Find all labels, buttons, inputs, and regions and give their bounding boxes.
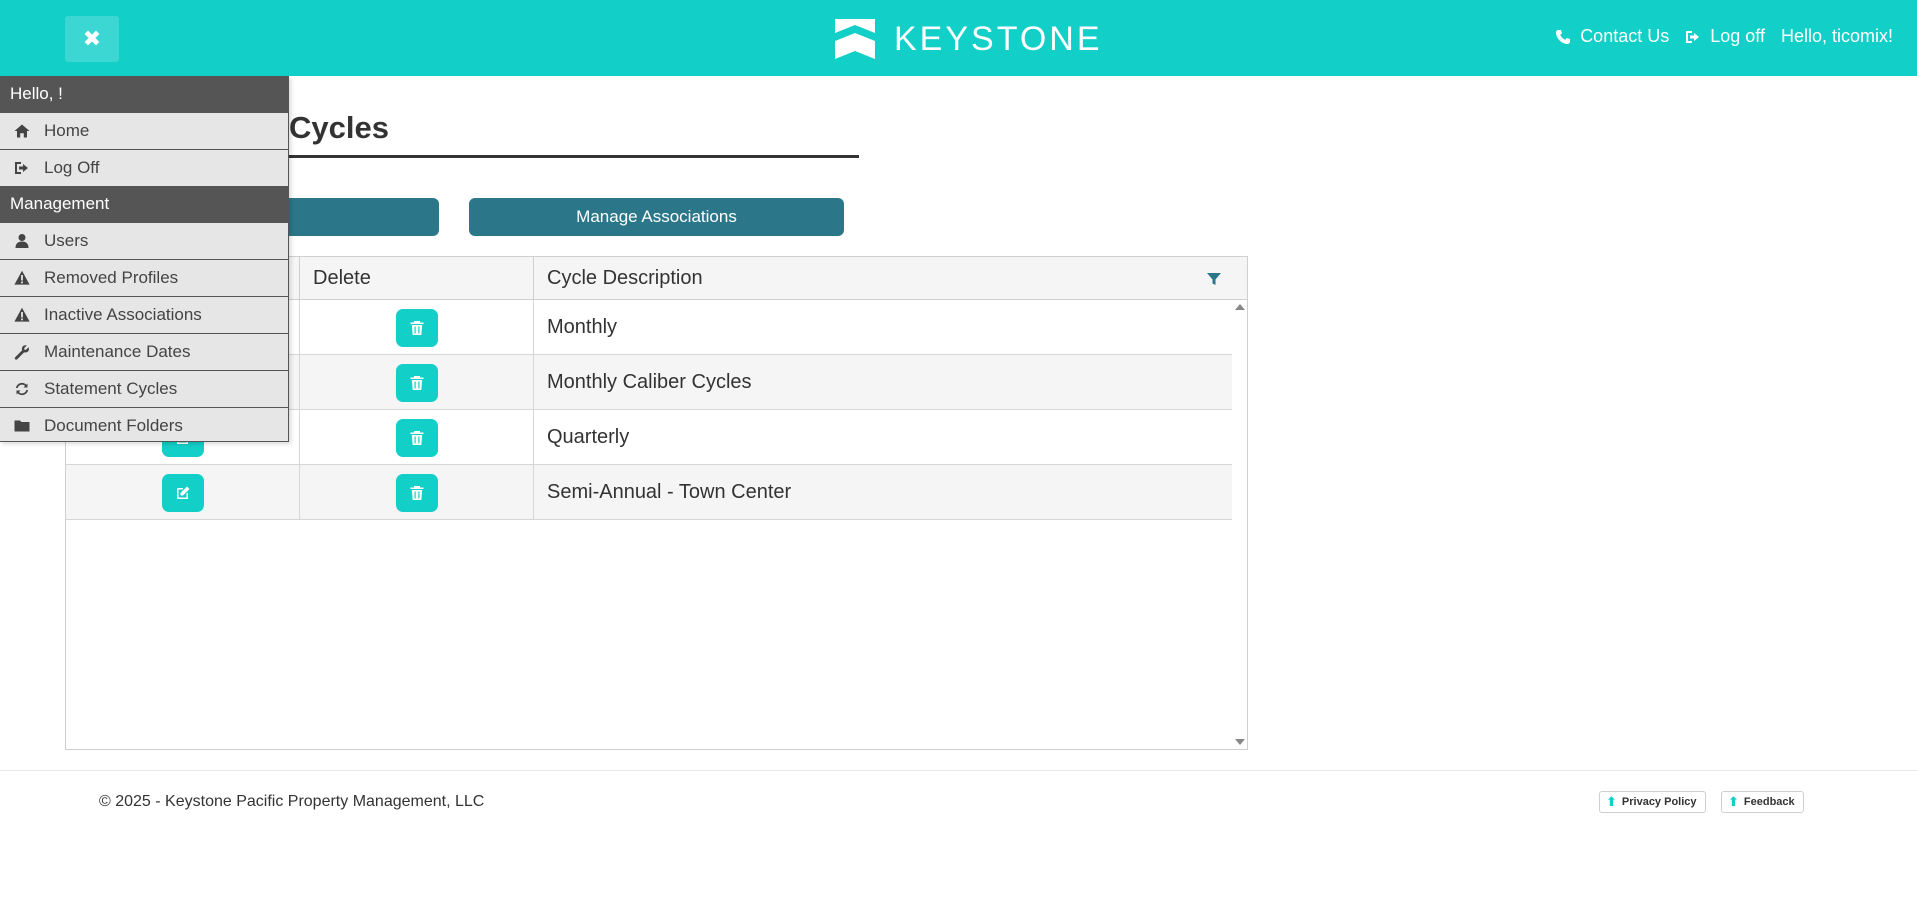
cycle-description-cell: Semi-Annual - Town Center (547, 481, 792, 503)
trash-icon (410, 375, 423, 390)
sign-out-icon (1686, 30, 1700, 43)
copyright-text: © 2025 - Keystone Pacific Property Manag… (99, 793, 485, 810)
side-menu-item-maintenance-dates[interactable]: Maintenance Dates (0, 333, 288, 370)
keystone-logo-icon (835, 19, 875, 59)
grid-header-corner (1231, 257, 1247, 300)
side-menu-item-statement-cycles[interactable]: Statement Cycles (0, 370, 288, 407)
trash-icon (410, 485, 423, 500)
side-menu-item-users[interactable]: Users (0, 222, 288, 259)
cycle-description-cell: Monthly Caliber Cycles (547, 371, 752, 393)
user-greeting-label: Hello, ticomix! (1780, 26, 1893, 46)
side-menu-item-removed-profiles[interactable]: Removed Profiles (0, 259, 288, 296)
filter-icon[interactable] (1207, 272, 1221, 286)
wrench-icon (14, 345, 29, 360)
home-icon (14, 124, 30, 138)
top-header: ✖ KEYSTONE Contact Us Log off Hello, tic… (0, 0, 1917, 76)
trash-icon (410, 320, 423, 335)
delete-button[interactable] (395, 308, 438, 347)
privacy-policy-button[interactable]: ⬆ Privacy Policy (1599, 791, 1706, 813)
contact-us-label: Contact Us (1580, 26, 1670, 46)
cycle-description-cell: Quarterly (547, 426, 630, 448)
grid-scrollbar[interactable] (1231, 300, 1247, 749)
column-header-delete[interactable]: Delete (300, 257, 534, 300)
folder-icon (14, 420, 30, 432)
log-off-link[interactable]: Log off (1685, 26, 1765, 47)
edit-icon (176, 486, 189, 499)
user-icon (15, 234, 29, 248)
trash-icon (410, 430, 423, 445)
column-header-cycle-description[interactable]: Cycle Description (534, 257, 1232, 300)
side-menu-section-management: Management (0, 186, 288, 222)
table-row: Semi-Annual - Town Center (66, 465, 1232, 520)
close-icon: ✖ (82, 26, 102, 51)
contact-us-link[interactable]: Contact Us (1555, 26, 1669, 47)
close-menu-button[interactable]: ✖ (65, 16, 119, 62)
scroll-up-arrow-icon[interactable] (1235, 304, 1245, 310)
delete-cell (300, 355, 534, 410)
keystone-logo[interactable]: KEYSTONE (835, 19, 1103, 59)
side-menu-item-document-folders[interactable]: Document Folders (0, 407, 288, 444)
manage-associations-button[interactable]: Manage Associations (469, 198, 844, 236)
side-menu-item-log-off[interactable]: Log Off (0, 149, 288, 186)
manage-associations-label: Manage Associations (576, 207, 737, 226)
side-menu-item-home[interactable]: Home (0, 112, 288, 149)
feedback-button[interactable]: ⬆ Feedback (1721, 791, 1804, 813)
header-links: Contact Us Log off Hello, ticomix! (1539, 26, 1893, 47)
phone-icon (1556, 29, 1571, 44)
log-off-label: Log off (1710, 26, 1765, 46)
arrow-up-icon: ⬆ (1728, 794, 1739, 809)
edit-cell (66, 465, 300, 520)
refresh-icon (15, 382, 29, 396)
delete-cell (300, 410, 534, 465)
scroll-down-arrow-icon[interactable] (1235, 739, 1245, 745)
side-menu: Hello, ! Home Log Off Management Users R… (0, 76, 289, 442)
side-menu-greeting: Hello, ! (0, 76, 288, 112)
cycle-description-cell: Monthly (547, 316, 618, 338)
delete-button[interactable] (395, 473, 438, 512)
user-greeting[interactable]: Hello, ticomix! (1781, 26, 1893, 47)
warning-icon (14, 307, 30, 322)
arrow-up-icon: ⬆ (1606, 794, 1617, 809)
delete-button[interactable] (395, 363, 438, 402)
delete-button[interactable] (395, 418, 438, 457)
warning-icon (14, 270, 30, 285)
sign-out-icon (15, 162, 28, 174)
footer-divider (0, 770, 1917, 771)
delete-cell (300, 300, 534, 355)
edit-button[interactable] (161, 473, 204, 512)
delete-cell (300, 465, 534, 520)
side-menu-item-inactive-associations[interactable]: Inactive Associations (0, 296, 288, 333)
brand-name: KEYSTONE (894, 19, 1103, 58)
